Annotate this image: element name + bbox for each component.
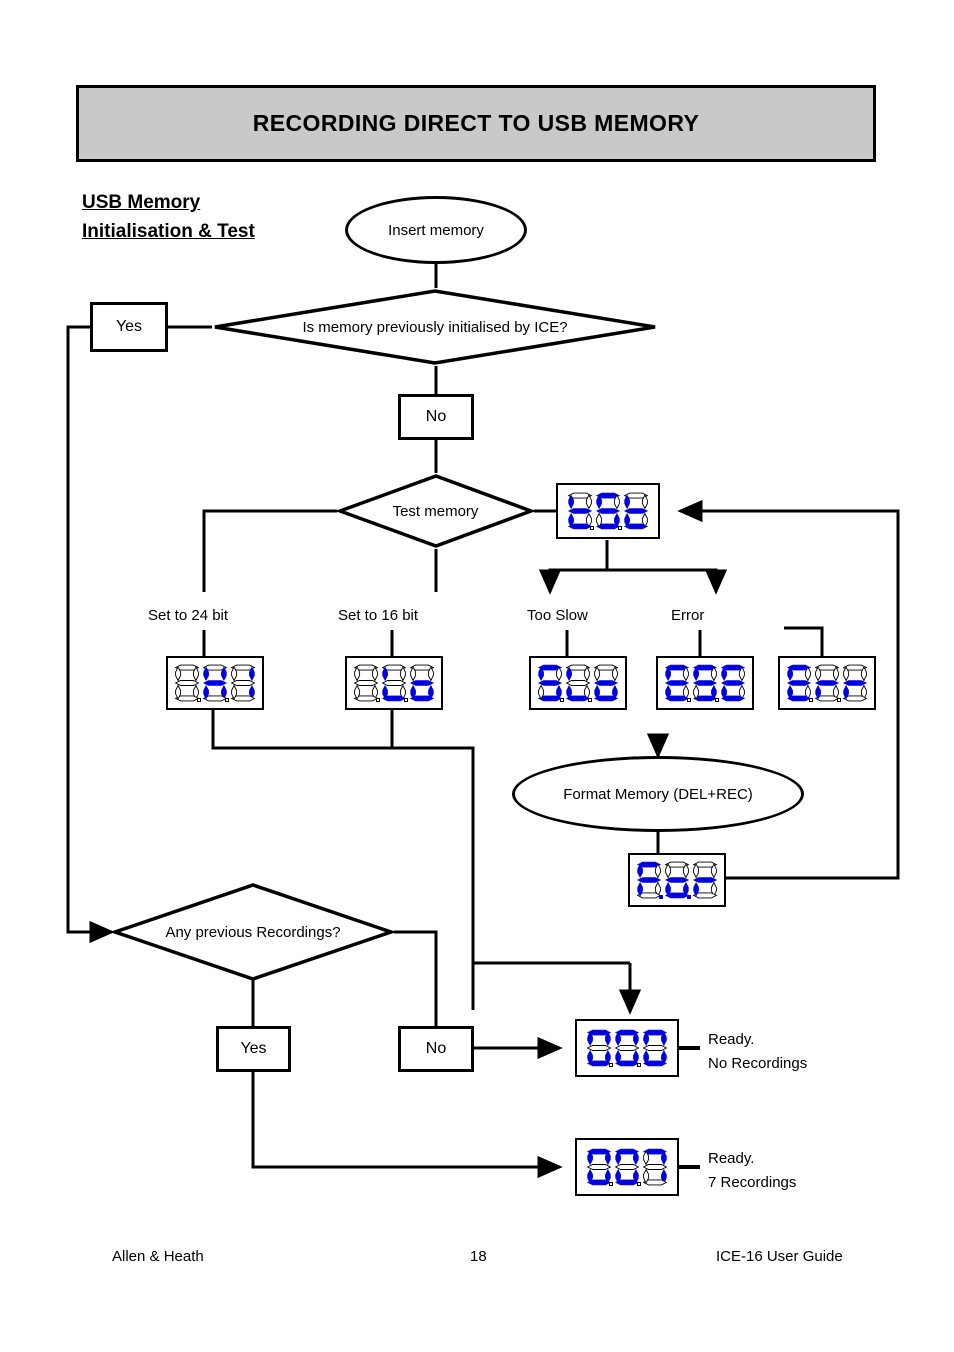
- seven-segment-digit: [642, 1028, 668, 1068]
- node-format-memory-label: Format Memory (DEL+REC): [563, 785, 753, 803]
- page-footer: Allen & Heath 18 ICE-16 User Guide: [0, 1248, 954, 1272]
- node-no-bottom: No: [398, 1026, 474, 1072]
- display-ready-seven: [575, 1138, 679, 1196]
- readout-ready-seven-line1: Ready.: [708, 1150, 755, 1167]
- seven-segment-digit: [814, 663, 841, 703]
- seven-segment-digit: [692, 860, 718, 900]
- node-no-bottom-label: No: [425, 1040, 447, 1057]
- seven-segment-digit: [586, 1028, 613, 1068]
- footer-document-title: ICE-16 User Guide: [716, 1248, 843, 1265]
- seven-segment-digit: [664, 663, 691, 703]
- seven-segment-digit: [642, 1147, 668, 1187]
- decimal-point: [376, 698, 380, 702]
- node-yes-top-label: Yes: [115, 318, 143, 335]
- seven-segment-digit: [586, 1147, 613, 1187]
- node-insert-memory: Insert memory: [345, 196, 527, 264]
- display-err-1: [656, 656, 754, 710]
- decimal-point: [404, 698, 408, 702]
- document-page: RECORDING DIRECT TO USB MEMORY USB Memor…: [0, 0, 954, 1352]
- seven-segment-digit: [842, 663, 868, 703]
- node-no-top-label: No: [425, 408, 447, 425]
- seven-segment-digit: [537, 663, 564, 703]
- seven-segment-digit: [409, 663, 435, 703]
- decision-previous-recordings-label: Any previous Recordings?: [165, 923, 341, 941]
- readout-ready-none-line1: Ready.: [708, 1031, 755, 1048]
- display-tst: [556, 483, 660, 539]
- decimal-point: [659, 895, 663, 899]
- seven-segment-digit: [636, 860, 663, 900]
- display-lo: [345, 656, 443, 710]
- label-error: Error: [671, 607, 705, 624]
- decision-memory-initialised-label: Is memory previously initialised by ICE?: [302, 318, 568, 336]
- label-set-16-bit: Set to 16 bit: [338, 607, 419, 624]
- seven-segment-digit: [202, 663, 229, 703]
- node-format-memory: Format Memory (DEL+REC): [512, 756, 804, 832]
- footer-page-number: 18: [470, 1248, 487, 1265]
- seven-segment-digit: [381, 663, 408, 703]
- display-ready-none: [575, 1019, 679, 1077]
- decimal-point: [637, 1182, 641, 1186]
- label-set-24-bit: Set to 24 bit: [148, 607, 229, 624]
- decimal-point: [837, 698, 841, 702]
- seven-segment-digit: [614, 1028, 641, 1068]
- node-no-top: No: [398, 394, 474, 440]
- seven-segment-digit: [353, 663, 380, 703]
- decimal-point: [609, 1182, 613, 1186]
- display-for: [628, 853, 726, 907]
- decision-previous-recordings: Any previous Recordings?: [112, 882, 394, 982]
- decimal-point: [225, 698, 229, 702]
- decimal-point: [590, 526, 594, 530]
- seven-segment-digit: [567, 491, 594, 531]
- seven-segment-digit: [692, 663, 719, 703]
- decimal-point: [687, 895, 691, 899]
- decimal-point: [715, 698, 719, 702]
- node-yes-top: Yes: [90, 302, 168, 352]
- node-yes-bottom: Yes: [216, 1026, 291, 1072]
- decimal-point: [687, 698, 691, 702]
- decimal-point: [609, 1063, 613, 1067]
- seven-segment-digit: [565, 663, 592, 703]
- display-hi: [166, 656, 264, 710]
- decision-memory-initialised: Is memory previously initialised by ICE?: [212, 288, 658, 366]
- decimal-point: [560, 698, 564, 702]
- decimal-point: [197, 698, 201, 702]
- seven-segment-digit: [595, 491, 622, 531]
- seven-segment-digit: [614, 1147, 641, 1187]
- decimal-point: [637, 1063, 641, 1067]
- display-slo: [529, 656, 627, 710]
- decimal-point: [618, 526, 622, 530]
- seven-segment-digit: [664, 860, 691, 900]
- seven-segment-digit: [720, 663, 746, 703]
- decision-test-memory: Test memory: [337, 473, 534, 549]
- readout-ready-seven-line2: 7 Recordings: [708, 1174, 797, 1191]
- label-too-slow: Too Slow: [527, 607, 588, 624]
- node-insert-memory-label: Insert memory: [388, 221, 484, 239]
- seven-segment-digit: [786, 663, 813, 703]
- footer-company: Allen & Heath: [112, 1248, 204, 1265]
- seven-segment-digit: [593, 663, 619, 703]
- seven-segment-digit: [174, 663, 201, 703]
- seven-segment-digit: [623, 491, 649, 531]
- decimal-point: [588, 698, 592, 702]
- decision-test-memory-label: Test memory: [392, 502, 479, 520]
- decimal-point: [809, 698, 813, 702]
- node-yes-bottom-label: Yes: [240, 1040, 267, 1057]
- seven-segment-digit: [230, 663, 256, 703]
- readout-ready-none-line2: No Recordings: [708, 1055, 808, 1072]
- display-err-2: [778, 656, 876, 710]
